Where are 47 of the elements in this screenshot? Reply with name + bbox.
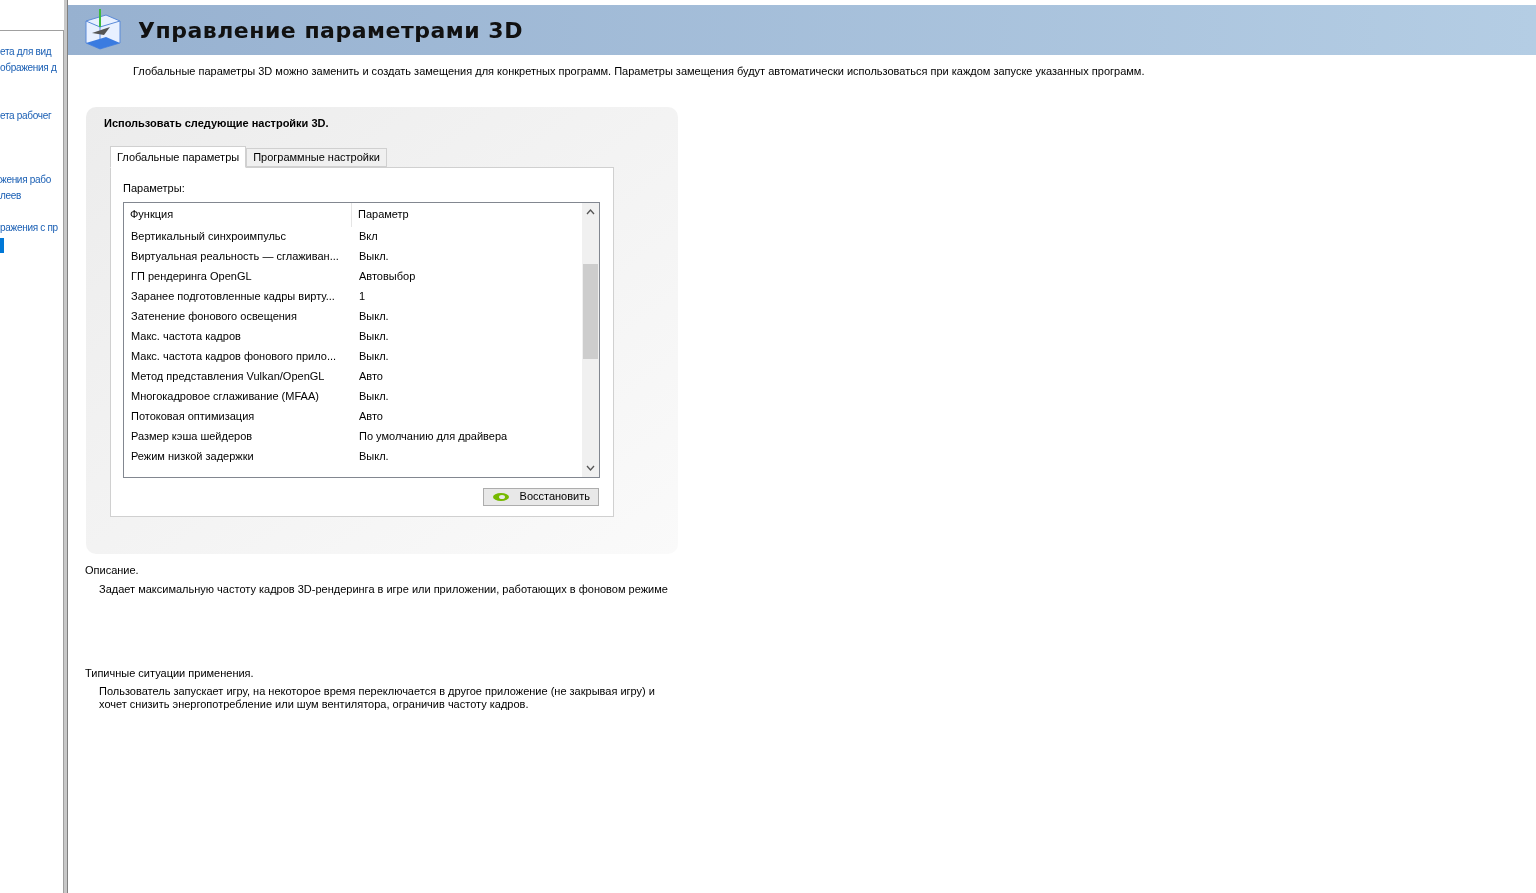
table-cell-text: ГП рендеринга OpenGL [130, 269, 253, 285]
eye-logo-icon [491, 491, 510, 502]
sidebar-link[interactable]: ражения с пр [0, 220, 63, 236]
table-cell-text: Авто [358, 369, 384, 385]
chevron-down-icon[interactable] [586, 464, 595, 471]
table-cell-text: Выкл. [358, 389, 390, 405]
table-cell-text: Вертикальный синхроимпульс [130, 229, 288, 245]
table-cell-text: По умолчанию для драйвера [358, 429, 509, 445]
table-cell-text: Выкл. [358, 309, 390, 325]
scrollbar[interactable] [582, 202, 599, 477]
column-header[interactable]: Функция [124, 202, 352, 227]
table-cell-text: Затенение фонового освещения [130, 309, 298, 325]
table-cell-text: Выкл. [358, 349, 390, 365]
selection-highlight [0, 238, 4, 253]
scrollbar-thumb[interactable] [583, 263, 598, 359]
table-cell-text: Выкл. [358, 449, 390, 465]
table-cell-text: Метод представления Vulkan/OpenGL [130, 369, 326, 385]
table-cell-text: Авто [358, 409, 384, 425]
page-title: Управление параметрами 3D [138, 16, 523, 45]
usage-heading: Типичные ситуации применения. [85, 665, 255, 681]
panel-title: Использовать следующие настройки 3D. [104, 115, 330, 131]
table-cell-text: Заранее подготовленные кадры вирту... [130, 289, 336, 305]
tab[interactable]: Программные настройки [246, 148, 387, 167]
intro-text: Глобальные параметры 3D можно заменить и создать замещения для конкретных программ. Параметры замещения будут автоматически использоваться при каждом запуске указанных программ. [133, 64, 1146, 79]
table-cell-text: Макс. частота кадров [130, 329, 242, 345]
table-cell-text: Макс. частота кадров фонового прило... [130, 349, 338, 365]
chevron-up-icon[interactable] [586, 208, 595, 215]
restore-button[interactable]: Восстановить [482, 487, 599, 506]
table-cell-text: Многокадровое сглаживание (MFAA) [130, 389, 320, 405]
usage-text: Пользователь запускает игру, на некоторое время переключается в другое приложение (не закрывая игру) и хочет снизить энергопотребление или шум вентилятора, ограничив частоту кадров. [99, 685, 656, 711]
table-cell-text: Выкл. [358, 249, 390, 265]
sidebar-link[interactable]: ета для вид ображения д [0, 44, 63, 76]
table-cell-text: Вкл [358, 229, 379, 245]
table-label: Параметры: [123, 181, 186, 196]
table-cell-text: Потоковая оптимизация [130, 409, 256, 425]
column-header[interactable]: Параметр [352, 202, 582, 227]
sidebar-link[interactable]: ета рабочег [0, 108, 63, 124]
table-cell-text: Выкл. [358, 329, 390, 345]
table-cell-text: Автовыбор [358, 269, 417, 285]
table-cell-text: 1 [358, 289, 367, 305]
tab[interactable]: Глобальные параметры [110, 146, 247, 168]
description-heading: Описание. [85, 562, 140, 578]
table-cell-text: Режим низкой задержки [130, 449, 255, 465]
description-text: Задает максимальную частоту кадров 3D-рендеринга в игре или приложении, работающих в фоновом режиме [99, 582, 669, 597]
sidebar-link[interactable]: жения рабо леев [0, 172, 63, 204]
table-cell-text: Размер кэша шейдеров [130, 429, 254, 445]
table-cell-text: Виртуальная реальность — сглаживан... [130, 249, 340, 265]
